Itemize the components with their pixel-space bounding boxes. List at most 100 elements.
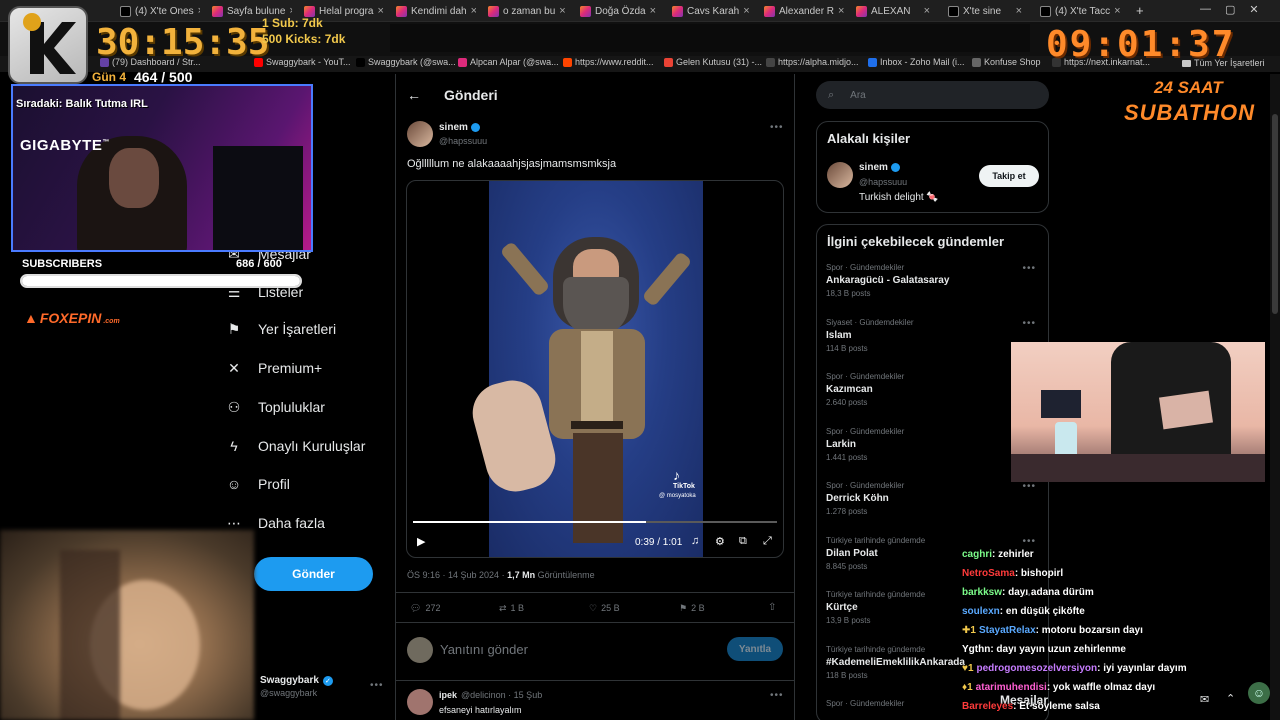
browser-tab[interactable]: o zaman bu × (482, 2, 568, 20)
tab-close-icon[interactable]: × (198, 5, 200, 17)
tweet-text: Oğlllllum ne alakaaaahjsjasjmamsmsmksja (407, 158, 617, 170)
expand-up-icon[interactable]: ⌃ (1226, 692, 1235, 705)
account-more-icon[interactable]: ••• (370, 680, 384, 691)
chat-username[interactable]: StayatRelax (979, 625, 1036, 636)
figure-belt (571, 421, 623, 429)
new-message-icon[interactable]: ✉ (1200, 693, 1209, 706)
browser-tab[interactable]: ALEXAN × (850, 2, 936, 20)
tab-close-icon[interactable]: × (1114, 5, 1120, 17)
search-input[interactable]: Ara (850, 90, 866, 101)
browser-tab[interactable]: Cavs Karah × (666, 2, 752, 20)
tab-close-icon[interactable]: × (1016, 5, 1022, 17)
video-scrubber[interactable] (413, 521, 777, 523)
bookmark-item[interactable]: Swaggybark (@swa... (356, 57, 456, 67)
tweet-more-icon[interactable]: ••• (770, 122, 784, 133)
reply-input[interactable]: Yanıtını gönder (440, 642, 528, 657)
chat-username[interactable]: Ygthn (962, 644, 990, 655)
related-avatar[interactable] (827, 162, 853, 188)
chat-username[interactable]: pedrogomesozelversiyon (977, 663, 1098, 674)
trend-more-icon[interactable]: ••• (1022, 536, 1036, 547)
minimize-icon[interactable]: — (1200, 3, 1211, 19)
reply-button[interactable]: Yanıtla (727, 637, 783, 661)
chat-message: barkksw: dayı adana dürüm (962, 587, 1094, 598)
trend-item[interactable]: Spor · GündemdekilerLarkin1.441 posts••• (826, 427, 1038, 462)
instagram-icon (304, 5, 315, 17)
browser-tab-label: X'te sine (963, 5, 1002, 17)
nav-item[interactable]: ⚇ Topluluklar (226, 399, 325, 416)
nav-item[interactable]: ϟ Onaylı Kuruluşlar (226, 438, 365, 454)
reply-action[interactable]: 💬︎ 272 (410, 603, 440, 614)
maximize-icon[interactable]: ▢ (1225, 3, 1235, 19)
tab-close-icon[interactable]: × (650, 5, 656, 17)
nav-item[interactable]: ✕ Premium+ (226, 360, 322, 377)
bookmark-item[interactable]: Inbox - Zoho Mail (i... (868, 57, 965, 67)
trend-more-icon[interactable]: ••• (1022, 481, 1036, 492)
chat-username[interactable]: caghri (962, 549, 992, 560)
back-arrow-icon[interactable]: ← (407, 87, 421, 103)
tab-close-icon[interactable]: × (559, 5, 565, 17)
address-bar[interactable] (390, 24, 1030, 52)
tweet-views: 1,7 Mn (507, 570, 536, 580)
chat-username[interactable]: NetroSama (962, 568, 1015, 579)
post-button[interactable]: Gönder (254, 557, 373, 591)
tab-close-icon[interactable]: × (924, 5, 930, 17)
new-tab-button[interactable]: + (1136, 3, 1144, 18)
trend-category: Spor · Gündemdekiler (826, 481, 905, 490)
chat-username[interactable]: atarimuhendisi (976, 682, 1047, 693)
chat-text: : dayı adana dürüm (1002, 587, 1094, 598)
tab-close-icon[interactable]: × (838, 5, 844, 17)
tab-close-icon[interactable]: × (377, 5, 383, 17)
tab-close-icon[interactable]: × (471, 5, 476, 17)
nav-item[interactable]: ⋯ Daha fazla (226, 515, 325, 532)
nav-item[interactable]: ⚑ Yer İşaretleri (226, 320, 336, 338)
pip-icon[interactable]: ⧉ (739, 535, 747, 548)
bookmark-item[interactable]: https://www.reddit... (563, 57, 654, 67)
bookmark-action[interactable]: ⚑ 2 B (679, 603, 705, 614)
chat-username[interactable]: barkksw (962, 587, 1002, 598)
verified-icon (890, 163, 900, 172)
chat-text: : Et söyleme salsa (1013, 701, 1100, 712)
browser-tab[interactable]: Kendimi dah × (390, 2, 476, 20)
bookmark-item[interactable]: https://alpha.midjo... (766, 57, 859, 67)
trend-item[interactable]: Spor · GündemdekilerKazımcan2.640 posts•… (826, 372, 1038, 407)
browser-tab[interactable]: X'te sine × (942, 2, 1028, 20)
bookmark-item[interactable]: Alpcan Alpar (@swa... (458, 57, 559, 67)
nav-item-label: Daha fazla (258, 515, 325, 531)
reply-tweet-more-icon[interactable]: ••• (770, 690, 784, 701)
fullscreen-icon[interactable]: ⤢ (763, 535, 772, 548)
reply-tweet-avatar[interactable] (407, 689, 433, 715)
trend-more-icon[interactable]: ••• (1022, 318, 1036, 329)
browser-tab[interactable]: Doğa Özda × (574, 2, 660, 20)
related-name-row[interactable]: sinem (859, 162, 900, 173)
trend-item[interactable]: Siyaset · Gündemdekiler Islam 114 B posts •… (826, 318, 1038, 353)
reply-tweet-author[interactable]: ipek @delicinon · 15 Şub (439, 690, 542, 700)
scrollbar-thumb[interactable] (1272, 114, 1278, 314)
trend-more-icon[interactable]: ••• (1022, 263, 1036, 274)
retweet-action[interactable]: ⇄ 1 B (499, 603, 524, 614)
browser-tab[interactable]: (4) X'te Tacc × (1034, 2, 1120, 20)
trend-item[interactable]: Spor · Gündemdekiler Ankaragücü - Galatas… (826, 263, 1038, 298)
tweet-video[interactable]: ♪ TikTok @ mosyatoka ▶ 0:39 / 1:01 ♫ ⚙ ⧉… (406, 180, 784, 558)
nav-item[interactable]: ☺ Profil (226, 476, 290, 492)
trend-item[interactable]: Spor · Gündemdekiler Derrick Köhn 1.278 po… (826, 481, 1038, 516)
browser-tab[interactable]: Alexander R × (758, 2, 844, 20)
page-scrollbar[interactable] (1270, 74, 1280, 720)
search-box[interactable]: ⌕ Ara (816, 81, 1049, 109)
chat-username[interactable]: soulexn (962, 606, 1000, 617)
tweet-author[interactable]: sinem (439, 122, 480, 133)
bookmark-item[interactable]: Konfuse Shop (972, 57, 1041, 67)
bookmark-icon: ⚑ (227, 320, 241, 337)
chat-username[interactable]: Barreleyes (962, 701, 1013, 712)
play-icon[interactable]: ▶ (417, 535, 425, 548)
close-icon[interactable]: ✕ (1249, 3, 1258, 19)
share-icon[interactable]: ⇧ (768, 602, 776, 613)
bookmark-item[interactable]: Gelen Kutusu (31) -... (664, 57, 762, 67)
follow-button[interactable]: Takip et (979, 165, 1039, 187)
like-action[interactable]: ♡ 25 B (589, 603, 620, 614)
volume-icon[interactable]: ♫ (691, 535, 699, 547)
tab-close-icon[interactable]: × (743, 5, 749, 17)
settings-icon[interactable]: ⚙ (715, 535, 725, 548)
browser-tab[interactable]: (4) X'te Ones × (114, 2, 200, 20)
tweet-avatar[interactable] (407, 121, 433, 147)
account-switcher[interactable]: Swaggybark ✓ @swaggybark (260, 675, 333, 698)
